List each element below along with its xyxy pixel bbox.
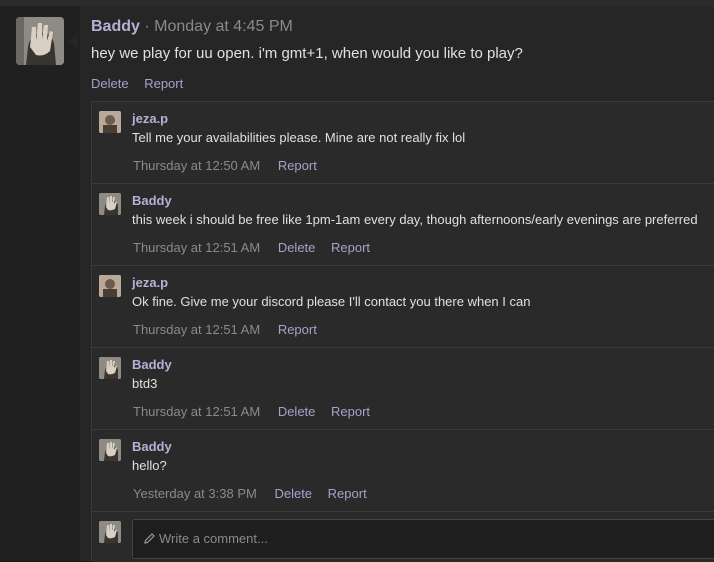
comment-time[interactable]: Yesterday at 3:38 PM: [133, 486, 257, 501]
comment-report-link[interactable]: Report: [328, 486, 367, 501]
header-separator: ·: [144, 18, 150, 35]
post-time[interactable]: Monday at 4:45 PM: [154, 18, 293, 35]
comment-item: Baddy hello? Yesterday at 3:38 PM Delete…: [92, 429, 714, 512]
comment-time[interactable]: Thursday at 12:51 AM: [133, 404, 260, 419]
comment-author[interactable]: Baddy: [132, 193, 172, 208]
comment-actions: Thursday at 12:51 AM Delete Report: [133, 404, 382, 419]
comment-compose: Write a comment...: [92, 511, 714, 562]
comment-actions: Thursday at 12:50 AM Report: [133, 158, 329, 173]
comment-item: jeza.p Tell me your availabilities pleas…: [92, 101, 714, 184]
comment-report-link[interactable]: Report: [278, 158, 317, 173]
left-column: [0, 6, 80, 561]
comment-text: btd3: [132, 376, 158, 391]
current-user-avatar: [99, 521, 121, 543]
comment-report-link[interactable]: Report: [278, 322, 317, 337]
comment-author[interactable]: jeza.p: [132, 111, 168, 126]
comment-report-link[interactable]: Report: [331, 240, 370, 255]
post-author-avatar[interactable]: [16, 17, 64, 65]
comment-report-link[interactable]: Report: [331, 404, 370, 419]
comment-time[interactable]: Thursday at 12:51 AM: [133, 240, 260, 255]
comment-actions: Yesterday at 3:38 PM Delete Report: [133, 486, 379, 501]
comment-avatar[interactable]: [99, 439, 121, 461]
post-author[interactable]: Baddy: [91, 18, 140, 35]
post-text: hey we play for uu open. i'm gmt+1, when…: [91, 45, 523, 62]
comment-time[interactable]: Thursday at 12:51 AM: [133, 322, 260, 337]
comment-delete-link[interactable]: Delete: [278, 404, 316, 419]
comment-text: Tell me your availabilities please. Mine…: [132, 130, 466, 145]
comment-time[interactable]: Thursday at 12:50 AM: [133, 158, 260, 173]
comment-avatar[interactable]: [99, 193, 121, 215]
comment-actions: Thursday at 12:51 AM Delete Report: [133, 240, 382, 255]
comment-delete-link[interactable]: Delete: [278, 240, 316, 255]
post-delete-link[interactable]: Delete: [91, 76, 129, 91]
post-header: Baddy · Monday at 4:45 PM: [91, 18, 293, 36]
comment-actions: Thursday at 12:51 AM Report: [133, 322, 329, 337]
comment-input[interactable]: Write a comment...: [132, 519, 714, 559]
avatar-pointer: [68, 33, 78, 49]
comment-avatar[interactable]: [99, 111, 121, 133]
comment-input-placeholder: Write a comment...: [159, 531, 268, 546]
comment-author[interactable]: Baddy: [132, 439, 172, 454]
comment-avatar[interactable]: [99, 357, 121, 379]
comment-author[interactable]: Baddy: [132, 357, 172, 372]
comment-text: this week i should be free like 1pm-1am …: [132, 212, 698, 227]
comment-author[interactable]: jeza.p: [132, 275, 168, 290]
pencil-icon: [143, 532, 156, 548]
comment-text: hello?: [132, 458, 167, 473]
comment-avatar[interactable]: [99, 275, 121, 297]
comment-list: jeza.p Tell me your availabilities pleas…: [91, 101, 714, 562]
comment-text: Ok fine. Give me your discord please I'l…: [132, 294, 531, 309]
comment-delete-link[interactable]: Delete: [274, 486, 312, 501]
comment-item: Baddy this week i should be free like 1p…: [92, 183, 714, 266]
comment-item: jeza.p Ok fine. Give me your discord ple…: [92, 265, 714, 348]
post-report-link[interactable]: Report: [144, 76, 183, 91]
comment-item: Baddy btd3 Thursday at 12:51 AM Delete R…: [92, 347, 714, 430]
post-actions: Delete Report: [91, 76, 195, 91]
